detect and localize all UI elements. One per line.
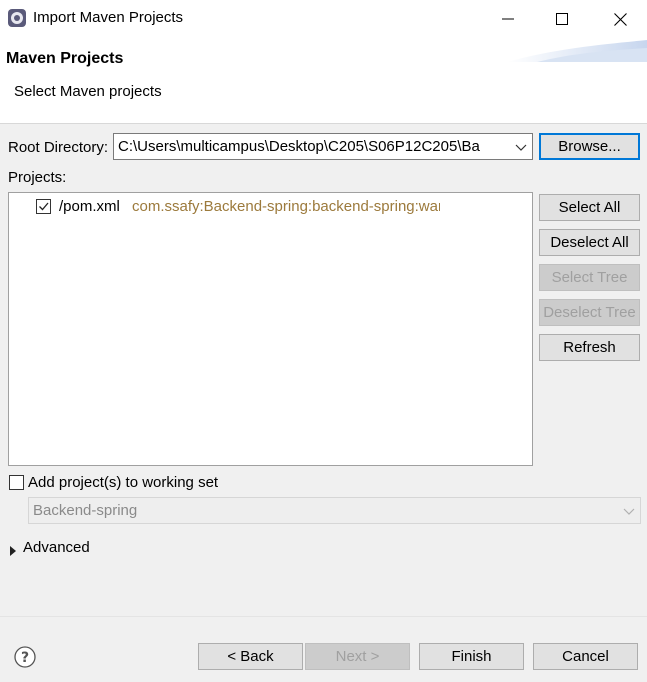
close-icon [613,12,627,26]
window-title: Import Maven Projects [33,9,184,26]
advanced-label: Advanced [23,539,90,556]
root-directory-value: C:\Users\multicampus\Desktop\C205\S06P12… [118,138,480,155]
browse-button[interactable]: Browse... [539,133,640,160]
working-set-value: Backend-spring [33,502,138,519]
working-set-combo[interactable]: Backend-spring [28,497,641,524]
svg-text:?: ? [21,650,29,666]
banner-graphic [507,40,647,62]
select-all-button[interactable]: Select All [539,194,640,221]
title-bar: Import Maven Projects [0,0,647,38]
advanced-section-toggle[interactable]: Advanced [8,538,108,558]
wizard-header: Maven Projects Select Maven projects [0,38,647,124]
working-set-checkbox[interactable] [9,475,24,490]
footer-separator [0,616,647,617]
finish-button[interactable]: Finish [419,643,524,670]
triangle-right-icon [10,543,16,560]
minimize-icon [502,18,514,20]
page-description: Select Maven projects [14,83,162,100]
maximize-icon [556,13,568,25]
minimize-button[interactable] [481,0,535,38]
chevron-down-icon[interactable] [512,137,530,157]
help-icon[interactable]: ? [14,646,36,668]
projects-tree[interactable]: /pom.xml com.ssafy:Backend-spring:backen… [8,192,533,466]
maximize-button[interactable] [535,0,589,38]
deselect-tree-button[interactable]: Deselect Tree [539,299,640,326]
projects-label: Projects: [8,169,67,186]
chevron-down-icon [621,502,637,520]
back-button[interactable]: < Back [198,643,303,670]
next-button[interactable]: Next > [305,643,410,670]
project-checkbox[interactable] [36,199,51,214]
root-directory-label: Root Directory: [8,139,109,156]
refresh-button[interactable]: Refresh [539,334,640,361]
tree-item[interactable]: /pom.xml com.ssafy:Backend-spring:backen… [9,197,529,219]
working-set-label: Add project(s) to working set [28,474,219,491]
eclipse-gear-icon [7,8,27,28]
project-name: /pom.xml [59,198,120,215]
project-gav: com.ssafy:Backend-spring:backend-spring:… [132,198,440,215]
close-button[interactable] [593,0,647,38]
deselect-all-button[interactable]: Deselect All [539,229,640,256]
cancel-button[interactable]: Cancel [533,643,638,670]
page-title: Maven Projects [6,50,124,67]
checkmark-icon [39,202,49,211]
select-tree-button[interactable]: Select Tree [539,264,640,291]
root-directory-combo[interactable]: C:\Users\multicampus\Desktop\C205\S06P12… [113,133,533,160]
